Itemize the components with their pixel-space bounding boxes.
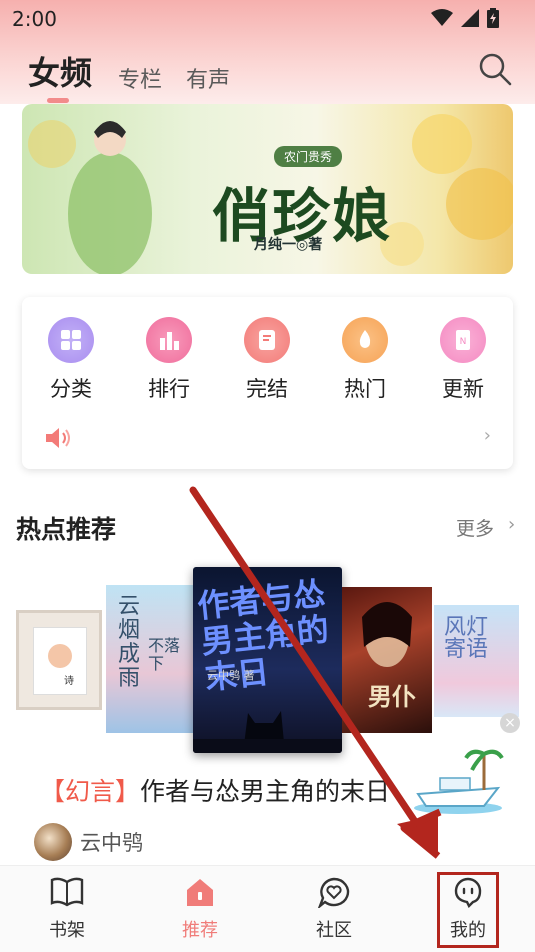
menu-item-popular[interactable]: 热门: [325, 317, 405, 403]
nav-label: 书架: [49, 920, 85, 941]
menu-item-updates[interactable]: N 更新: [423, 317, 503, 403]
nav-label: 推荐: [182, 920, 218, 941]
author-row[interactable]: 云中鸮: [34, 823, 143, 861]
book-cover[interactable]: 诗: [16, 610, 102, 710]
menu-label: 更新: [442, 377, 484, 401]
speaker-icon: [46, 428, 70, 448]
book-title: 风灯寄语: [444, 615, 489, 662]
chat-heart-icon: [317, 877, 350, 910]
book-author: 云中鸮 著: [207, 669, 255, 682]
svg-text:N: N: [460, 337, 467, 347]
tab-audio[interactable]: 有声: [186, 62, 230, 94]
bar-chart-icon: [146, 317, 192, 363]
channel-tabs: 女频 专栏 有声: [28, 48, 254, 94]
book-title: 诗: [64, 676, 74, 687]
highlight-box: [437, 872, 499, 948]
menu-label: 分类: [50, 377, 92, 401]
cat-silhouette: [193, 711, 342, 753]
menu-item-category[interactable]: 分类: [31, 317, 111, 403]
tab-active-indicator: [47, 98, 69, 103]
menu-item-completed[interactable]: 完结: [227, 317, 307, 403]
signal-icon: [461, 9, 479, 27]
category-menu-card: 分类 排行 完结 热门 N 更新 ›: [22, 297, 513, 469]
author-name: 云中鸮: [80, 831, 143, 855]
menu-label: 热门: [344, 377, 386, 401]
avatar: [34, 823, 72, 861]
notebook-icon: N: [440, 317, 486, 363]
flame-icon: [342, 317, 388, 363]
grid-icon: [48, 317, 94, 363]
status-time: 2:00: [12, 7, 57, 31]
tab-column[interactable]: 专栏: [118, 62, 162, 94]
book-cover-featured[interactable]: 作者与怂男主角的末日 云中鸮 著: [193, 567, 342, 753]
chevron-right-icon: ›: [508, 514, 516, 535]
search-button[interactable]: [478, 52, 516, 90]
nav-item-recommend[interactable]: 推荐: [160, 876, 240, 942]
book-genre: 【幻言】: [40, 777, 141, 806]
nav-label: 社区: [316, 920, 352, 941]
announcement-speaker[interactable]: [44, 425, 74, 455]
nav-item-bookshelf[interactable]: 书架: [27, 876, 107, 942]
featured-book-title[interactable]: 【幻言】作者与怂男主角的末日: [40, 772, 390, 808]
book-title: 云烟成雨: [118, 594, 141, 691]
book-title: 男仆: [368, 683, 416, 711]
book-title: 作者与怂男主角的末日: [140, 777, 391, 806]
chevron-right-icon[interactable]: ›: [484, 425, 491, 446]
book-cover[interactable]: 云烟成雨 不落下: [106, 585, 194, 733]
wifi-icon: [431, 9, 453, 26]
banner-subtitle: 农门贵秀: [274, 146, 343, 167]
section-title: 热点推荐: [16, 515, 117, 544]
document-check-icon: [244, 317, 290, 363]
boat-illustration: [414, 749, 504, 814]
tab-female-channel[interactable]: 女频: [28, 48, 92, 94]
more-link[interactable]: 更多: [456, 514, 494, 541]
menu-label: 排行: [148, 377, 190, 401]
banner-author: 月纯一◎著: [254, 237, 323, 253]
house-icon: [187, 879, 213, 906]
nav-item-community[interactable]: 社区: [294, 876, 374, 942]
menu-item-ranking[interactable]: 排行: [129, 317, 209, 403]
battery-icon: [487, 8, 499, 28]
book-cover[interactable]: 男仆: [342, 587, 432, 733]
status-bar: 2:00: [0, 0, 535, 38]
book-cover-art: 诗: [33, 627, 87, 695]
menu-label: 完结: [246, 377, 288, 401]
book-cover[interactable]: 风灯寄语: [434, 605, 519, 717]
close-icon[interactable]: ×: [500, 713, 520, 733]
promo-banner[interactable]: 农门贵秀 俏珍娘 月纯一◎著: [22, 104, 513, 274]
book-open-icon: [50, 877, 84, 907]
search-icon: [479, 53, 512, 86]
book-subtitle: 不落下: [148, 636, 181, 673]
status-icons: [431, 8, 499, 28]
